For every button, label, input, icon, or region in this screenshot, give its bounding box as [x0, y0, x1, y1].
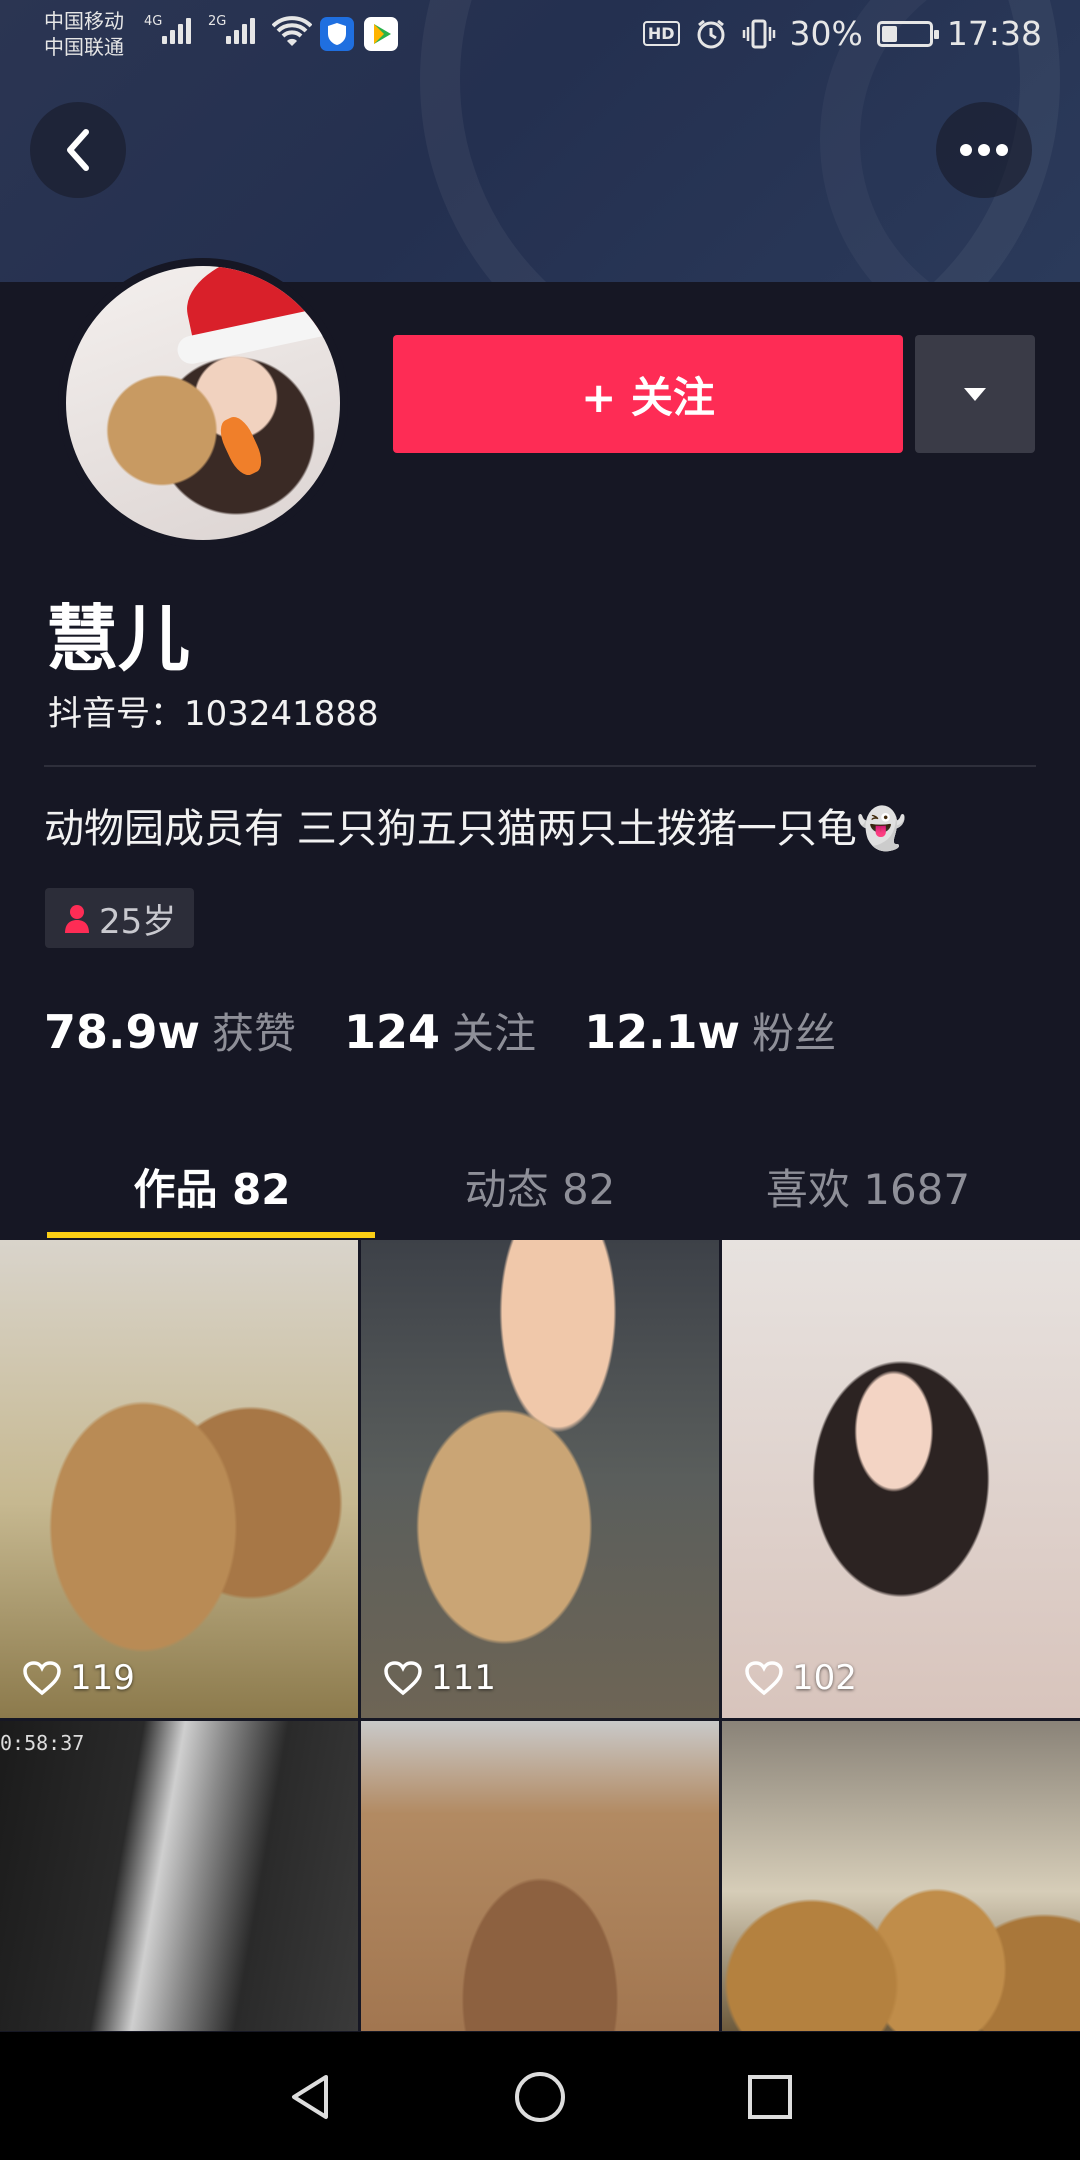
square-recent-icon [748, 2075, 792, 2119]
video-thumbnail[interactable]: 119 [0, 1240, 358, 1718]
avatar-carrot [214, 412, 268, 480]
back-arrow-icon [67, 129, 89, 171]
stat-label: 粉丝 [752, 1009, 837, 1058]
heart-outline-icon [384, 1661, 422, 1696]
profile-stats: 78.9w 获赞 124 关注 12.1w 粉丝 [44, 1000, 884, 1061]
video-thumbnail[interactable]: 102 [722, 1240, 1080, 1718]
nav-home-button[interactable] [505, 2062, 575, 2132]
stat-value: 78.9w [44, 1005, 200, 1059]
like-count-value: 119 [70, 1658, 135, 1698]
douyin-id: 抖音号：103241888 [48, 694, 379, 734]
heart-outline-icon [745, 1661, 783, 1696]
circle-home-icon [515, 2072, 565, 2122]
stat-following[interactable]: 124 关注 [344, 1000, 536, 1061]
tab-likes[interactable]: 喜欢 1687 [703, 1156, 1033, 1217]
signal-icon: 2G [208, 14, 255, 44]
triangle-back-icon [292, 2075, 328, 2119]
more-dots-icon [960, 144, 1008, 156]
status-bar: 中国移动 中国联通 4G 2G HD 30% 17:38 [0, 0, 1080, 70]
like-count: 119 [22, 1658, 135, 1698]
alarm-icon [697, 19, 725, 48]
like-count-value: 102 [792, 1658, 857, 1698]
more-actions-dropdown[interactable] [915, 335, 1035, 453]
signal-icon: 4G [144, 14, 191, 44]
tab-indicator [47, 1232, 375, 1238]
like-count: 102 [744, 1658, 857, 1698]
status-right: HD 30% 17:38 [642, 14, 1042, 53]
bio: 动物园成员有 三只狗五只猫两只土拨猪一只龟👻 [44, 806, 907, 852]
battery-percent: 30% [789, 14, 863, 53]
shield-app-icon [320, 17, 354, 51]
heart-outline-icon [23, 1661, 61, 1696]
divider [44, 765, 1036, 767]
hd-badge: HD [642, 21, 680, 46]
vibrate-icon [742, 19, 775, 48]
more-button[interactable] [936, 102, 1032, 198]
content-tabs: 作品 82 动态 82 喜欢 1687 [0, 1120, 1080, 1240]
nav-recent-button[interactable] [735, 2062, 805, 2132]
tab-works[interactable]: 作品 82 [47, 1156, 377, 1217]
stat-value: 12.1w [584, 1005, 741, 1059]
stat-value: 124 [344, 1005, 441, 1059]
triangle-down-icon [964, 388, 986, 401]
battery-icon [876, 20, 939, 47]
carrier-1: 中国移动 [44, 9, 124, 33]
nickname: 慧儿 [46, 597, 191, 681]
video-thumbnail[interactable] [361, 1721, 719, 2031]
carrier-labels: 中国移动 中国联通 [44, 8, 124, 60]
like-count: 111 [383, 1658, 496, 1698]
stat-followers[interactable]: 12.1w 粉丝 [584, 1000, 836, 1061]
stat-likes[interactable]: 78.9w 获赞 [44, 1000, 296, 1061]
tab-moments[interactable]: 动态 82 [375, 1156, 705, 1217]
nav-back-button[interactable] [275, 2062, 345, 2132]
video-thumbnail[interactable]: 0:58:37 [0, 1721, 358, 2031]
like-count-value: 111 [431, 1658, 496, 1698]
wifi-icon [272, 16, 312, 46]
avatar[interactable] [58, 258, 348, 548]
age-label: 25岁 [99, 901, 177, 942]
age-badge: 25岁 [45, 888, 195, 948]
follow-button[interactable]: + 关注 [393, 335, 903, 453]
back-button[interactable] [30, 102, 126, 198]
video-thumbnail[interactable]: 111 [361, 1240, 719, 1718]
carrier-2: 中国联通 [44, 35, 124, 59]
stat-label: 获赞 [212, 1009, 297, 1058]
person-female-icon [65, 905, 89, 933]
video-timestamp: 0:58:37 [0, 1731, 85, 1755]
video-app-icon [364, 17, 398, 51]
stat-label: 关注 [452, 1009, 537, 1058]
clock: 17:38 [946, 14, 1042, 53]
video-thumbnail[interactable] [722, 1721, 1080, 2031]
system-nav-bar [0, 2032, 1080, 2160]
